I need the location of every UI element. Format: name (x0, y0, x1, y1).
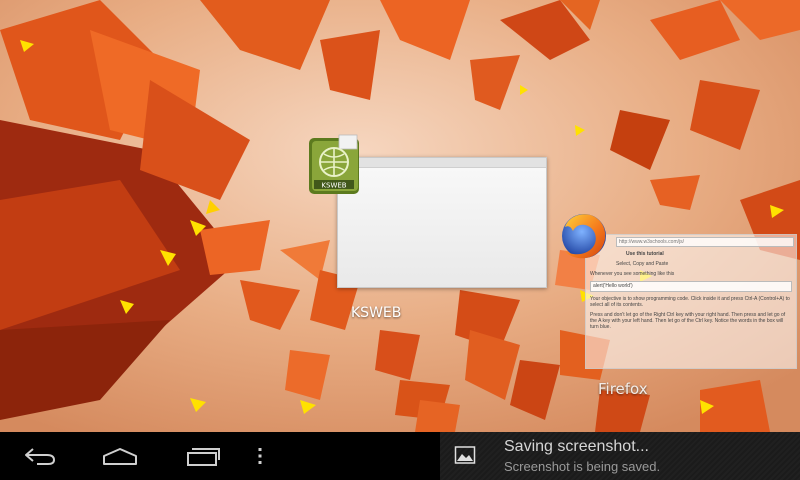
home-button[interactable] (95, 432, 145, 480)
ksweb-app-label: KSWEB (351, 305, 402, 321)
system-navigation-bar: Saving screenshot... Screenshot is being… (0, 432, 800, 480)
ksweb-icon-text: KSWEB (321, 182, 346, 190)
firefox-app-icon[interactable] (555, 207, 613, 265)
firefox-page-text: Whenever you see something like this (590, 271, 675, 277)
firefox-page-heading: Use this tutorial (626, 251, 664, 257)
overflow-menu-icon (258, 448, 262, 464)
firefox-page-subheading: Select, Copy and Paste (616, 261, 669, 267)
ksweb-app-icon[interactable]: KSWEB (306, 134, 368, 196)
thumbnail-titlebar (338, 158, 546, 168)
home-icon (103, 448, 137, 465)
firefox-code-box: alert('Hello world') (590, 281, 792, 292)
recent-apps-icon (187, 448, 220, 466)
ksweb-recent-thumbnail[interactable] (337, 157, 547, 288)
image-icon (454, 446, 476, 464)
screenshot-notification[interactable]: Saving screenshot... Screenshot is being… (440, 432, 800, 480)
firefox-app-label: Firefox (598, 380, 648, 398)
firefox-paragraph-1: Your objective is to show programming co… (590, 296, 790, 308)
back-icon (25, 448, 55, 465)
notification-title: Saving screenshot... (504, 438, 649, 455)
firefox-paragraph-2: Press and don't let go of the Right Ctrl… (590, 312, 786, 330)
notification-subtitle: Screenshot is being saved. (504, 459, 661, 474)
back-button[interactable] (15, 432, 65, 480)
firefox-url-bar: http://www.w3schools.com/js/ (616, 237, 794, 247)
firefox-recent-thumbnail[interactable]: http://www.w3schools.com/js/ Use this tu… (585, 234, 797, 369)
recent-apps-button[interactable] (178, 432, 228, 480)
overflow-menu-button[interactable] (248, 432, 272, 480)
